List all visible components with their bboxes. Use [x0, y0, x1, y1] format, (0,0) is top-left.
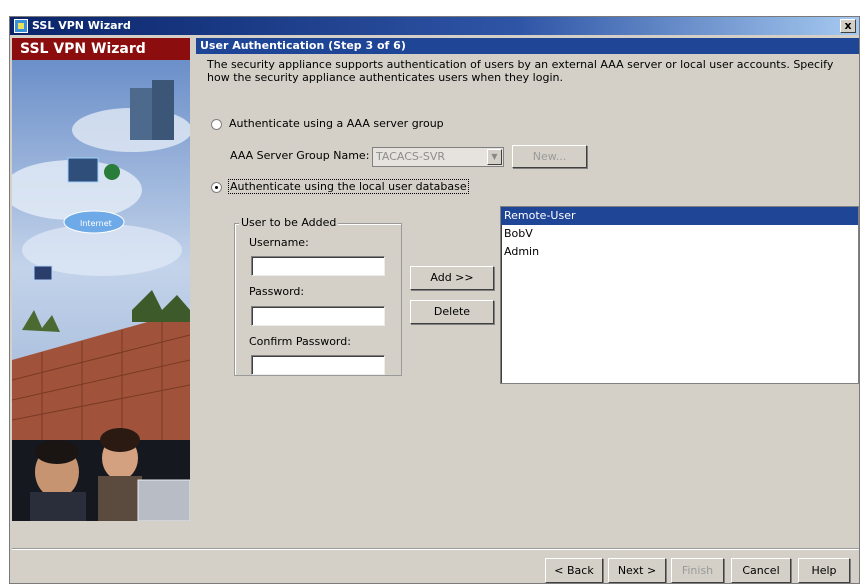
delete-user-button[interactable]: Delete: [410, 300, 494, 324]
sidebar-illustration: Internet: [12, 60, 190, 521]
wizard-window: SSL VPN Wizard x SSL VPN Wizard Internet…: [9, 16, 860, 584]
wizard-content: User Authentication (Step 3 of 6) The se…: [196, 38, 859, 558]
server-group-select: TACACS-SVR ▼: [372, 147, 504, 167]
add-user-button[interactable]: Add >>: [410, 266, 494, 290]
password-label: Password:: [249, 285, 305, 298]
cancel-button[interactable]: Cancel: [731, 558, 791, 583]
sidebar-panel: SSL VPN Wizard Internet: [12, 38, 190, 521]
sidebar-header: SSL VPN Wizard: [12, 38, 190, 60]
help-button[interactable]: Help: [798, 558, 850, 583]
aaa-radio[interactable]: [211, 119, 222, 130]
app-icon: [14, 19, 28, 33]
title-bar: SSL VPN Wizard x: [10, 17, 859, 35]
aaa-radio-label[interactable]: Authenticate using a AAA server group: [229, 117, 444, 130]
user-to-add-legend: User to be Added: [239, 216, 339, 229]
username-input[interactable]: [251, 256, 385, 276]
server-group-value: TACACS-SVR: [376, 150, 445, 163]
close-button[interactable]: x: [840, 19, 856, 33]
next-button[interactable]: Next >: [608, 558, 666, 583]
local-db-radio[interactable]: [211, 182, 222, 193]
step-description: The security appliance supports authenti…: [207, 58, 834, 84]
new-server-group-button: New...: [512, 145, 587, 168]
confirm-password-input[interactable]: [251, 355, 385, 375]
footer-divider: [12, 548, 859, 550]
sidebar-internet-label: Internet: [80, 219, 112, 228]
back-button[interactable]: < Back: [545, 558, 603, 583]
user-to-add-group: User to be Added Username: Password: Con…: [234, 216, 402, 376]
username-label: Username:: [249, 236, 309, 249]
password-input[interactable]: [251, 306, 385, 326]
chevron-down-icon: ▼: [487, 149, 502, 165]
user-list-item[interactable]: BobV: [501, 225, 858, 243]
confirm-password-label: Confirm Password:: [249, 335, 351, 348]
finish-button: Finish: [671, 558, 724, 583]
server-group-label: AAA Server Group Name:: [230, 149, 370, 162]
user-list-item[interactable]: Remote-User: [501, 207, 858, 225]
local-db-radio-label[interactable]: Authenticate using the local user databa…: [228, 179, 469, 194]
window-title: SSL VPN Wizard: [32, 19, 131, 32]
step-header: User Authentication (Step 3 of 6): [196, 38, 859, 54]
user-list[interactable]: Remote-User BobV Admin: [500, 206, 859, 384]
user-list-item[interactable]: Admin: [501, 243, 858, 261]
